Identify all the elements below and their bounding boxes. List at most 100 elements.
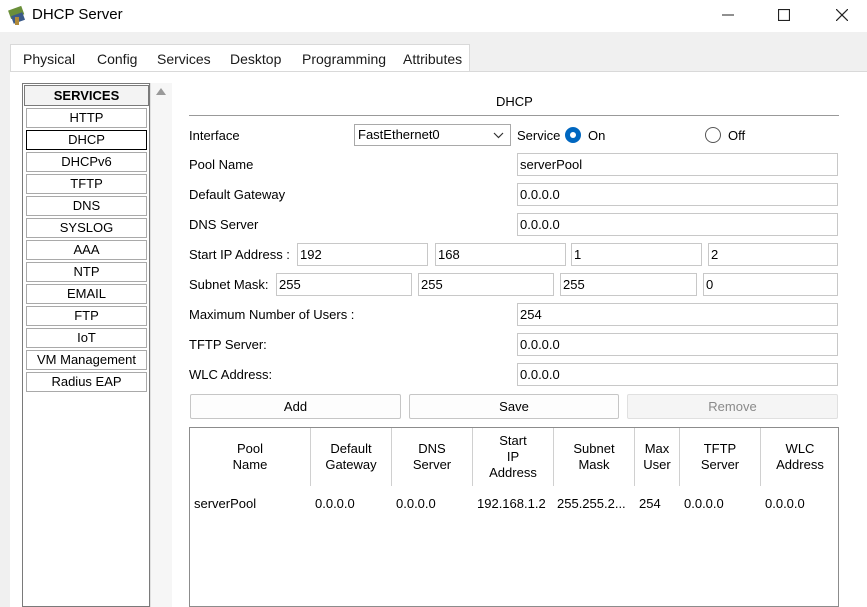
header-line: WLC — [785, 441, 815, 456]
header-line: Mask — [578, 457, 610, 472]
service-item-vm-management[interactable]: VM Management — [26, 350, 147, 370]
header-line: Gateway — [325, 457, 377, 472]
table-cell: 192.168.1.2 — [477, 496, 546, 511]
wlc-address-label: WLC Address: — [189, 367, 273, 382]
service-item-dns[interactable]: DNS — [26, 196, 147, 216]
interface-select-value: FastEthernet0 — [358, 127, 440, 142]
column-header-dns-server[interactable]: DNS Server — [392, 428, 473, 486]
dns-server-label: DNS Server — [189, 217, 259, 232]
subnet-mask-octet-4[interactable]: 0 — [703, 273, 838, 296]
header-line: Server — [700, 457, 740, 472]
tab-physical[interactable]: Physical — [23, 51, 75, 67]
service-item-http[interactable]: HTTP — [26, 108, 147, 128]
wlc-address-input[interactable]: 0.0.0.0 — [517, 363, 838, 386]
tab-programming[interactable]: Programming — [302, 51, 386, 67]
app-icon — [8, 5, 26, 25]
tab-desktop[interactable]: Desktop — [230, 51, 281, 67]
window-title: DHCP Server — [32, 6, 123, 23]
header-line: Name — [232, 457, 268, 472]
subnet-mask-octet-3[interactable]: 255 — [560, 273, 697, 296]
service-item-tftp[interactable]: TFTP — [26, 174, 147, 194]
header-line: Subnet — [573, 441, 615, 456]
column-header-pool-name[interactable]: Pool Name — [190, 428, 311, 486]
header-line: Max — [644, 441, 670, 456]
dns-server-input[interactable]: 0.0.0.0 — [517, 213, 838, 236]
service-label: Service — [517, 128, 561, 143]
pool-name-input[interactable]: serverPool — [517, 153, 838, 176]
service-item-aaa[interactable]: AAA — [26, 240, 147, 260]
tftp-server-input[interactable]: 0.0.0.0 — [517, 333, 838, 356]
header-line: Server — [412, 457, 452, 472]
column-header-subnet-mask[interactable]: Subnet Mask — [554, 428, 635, 486]
start-ip-label: Start IP Address : — [189, 247, 290, 262]
service-item-email[interactable]: EMAIL — [26, 284, 147, 304]
table-cell: 0.0.0.0 — [315, 496, 355, 511]
services-list: SERVICES HTTP DHCP DHCPv6 TFTP DNS SYSLO… — [22, 83, 150, 607]
pool-table: Pool Name Default Gateway DNS Server Start I… — [189, 427, 839, 607]
subnet-mask-octet-1[interactable]: 255 — [276, 273, 412, 296]
service-on-radio[interactable] — [565, 127, 581, 143]
table-cell: 0.0.0.0 — [684, 496, 724, 511]
max-users-label: Maximum Number of Users : — [189, 307, 355, 322]
services-header: SERVICES — [24, 85, 149, 106]
start-ip-octet-3[interactable]: 1 — [571, 243, 702, 266]
remove-button[interactable]: Remove — [627, 394, 838, 419]
save-button[interactable]: Save — [409, 394, 619, 419]
table-cell: 0.0.0.0 — [396, 496, 436, 511]
tab-config[interactable]: Config — [97, 51, 137, 67]
service-off-label: Off — [728, 128, 746, 143]
default-gateway-label: Default Gateway — [189, 187, 286, 202]
start-ip-octet-1[interactable]: 192 — [297, 243, 428, 266]
pool-name-label: Pool Name — [189, 157, 254, 172]
header-line: Pool — [236, 441, 264, 456]
service-item-ntp[interactable]: NTP — [26, 262, 147, 282]
divider — [189, 115, 839, 116]
default-gateway-input[interactable]: 0.0.0.0 — [517, 183, 838, 206]
maximize-icon[interactable] — [761, 0, 807, 30]
column-header-default-gateway[interactable]: Default Gateway — [311, 428, 392, 486]
close-icon[interactable] — [819, 0, 865, 30]
service-on-label: On — [588, 128, 606, 143]
header-line: DNS — [418, 441, 446, 456]
table-cell: 254 — [639, 496, 661, 511]
header-line: TFTP — [703, 441, 737, 456]
dhcp-title: DHCP — [496, 94, 533, 109]
service-item-dhcpv6[interactable]: DHCPv6 — [26, 152, 147, 172]
service-item-dhcp[interactable]: DHCP — [26, 130, 147, 150]
service-off-radio[interactable] — [705, 127, 721, 143]
column-header-max-user[interactable]: Max User — [635, 428, 680, 486]
scroll-up-icon[interactable] — [156, 88, 166, 95]
add-button[interactable]: Add — [190, 394, 401, 419]
minimize-icon[interactable] — [705, 0, 751, 30]
service-item-radius-eap[interactable]: Radius EAP — [26, 372, 147, 392]
header-line: Address — [776, 457, 824, 472]
column-header-start-ip[interactable]: Start IP Address — [473, 428, 554, 486]
max-users-input[interactable]: 254 — [517, 303, 838, 326]
service-item-ftp[interactable]: FTP — [26, 306, 147, 326]
header-line: IP — [506, 449, 520, 464]
tab-bar: Physical Config Services Desktop Program… — [10, 44, 470, 74]
start-ip-octet-2[interactable]: 168 — [435, 243, 566, 266]
column-header-wlc-address[interactable]: WLC Address — [761, 428, 839, 486]
header-line: User — [643, 457, 671, 472]
table-cell: 255.255.2... — [557, 496, 626, 511]
subnet-mask-label: Subnet Mask: — [189, 277, 269, 292]
header-line: Default — [330, 441, 372, 456]
header-line: Start — [499, 433, 527, 448]
title-bar: DHCP Server — [0, 0, 867, 32]
table-cell: 0.0.0.0 — [765, 496, 805, 511]
table-cell: serverPool — [194, 496, 257, 511]
service-item-syslog[interactable]: SYSLOG — [26, 218, 147, 238]
header-line: Address — [489, 465, 537, 480]
chevron-down-icon — [493, 125, 504, 152]
service-item-iot[interactable]: IoT — [26, 328, 147, 348]
column-header-tftp-server[interactable]: TFTP Server — [680, 428, 761, 486]
tab-services[interactable]: Services — [144, 51, 224, 74]
subnet-mask-octet-2[interactable]: 255 — [418, 273, 554, 296]
start-ip-octet-4[interactable]: 2 — [708, 243, 838, 266]
tftp-server-label: TFTP Server: — [189, 337, 267, 352]
interface-label: Interface — [189, 128, 240, 143]
tab-attributes[interactable]: Attributes — [403, 51, 462, 67]
interface-select[interactable]: FastEthernet0 — [354, 124, 511, 146]
services-scrollbar[interactable] — [150, 83, 172, 607]
